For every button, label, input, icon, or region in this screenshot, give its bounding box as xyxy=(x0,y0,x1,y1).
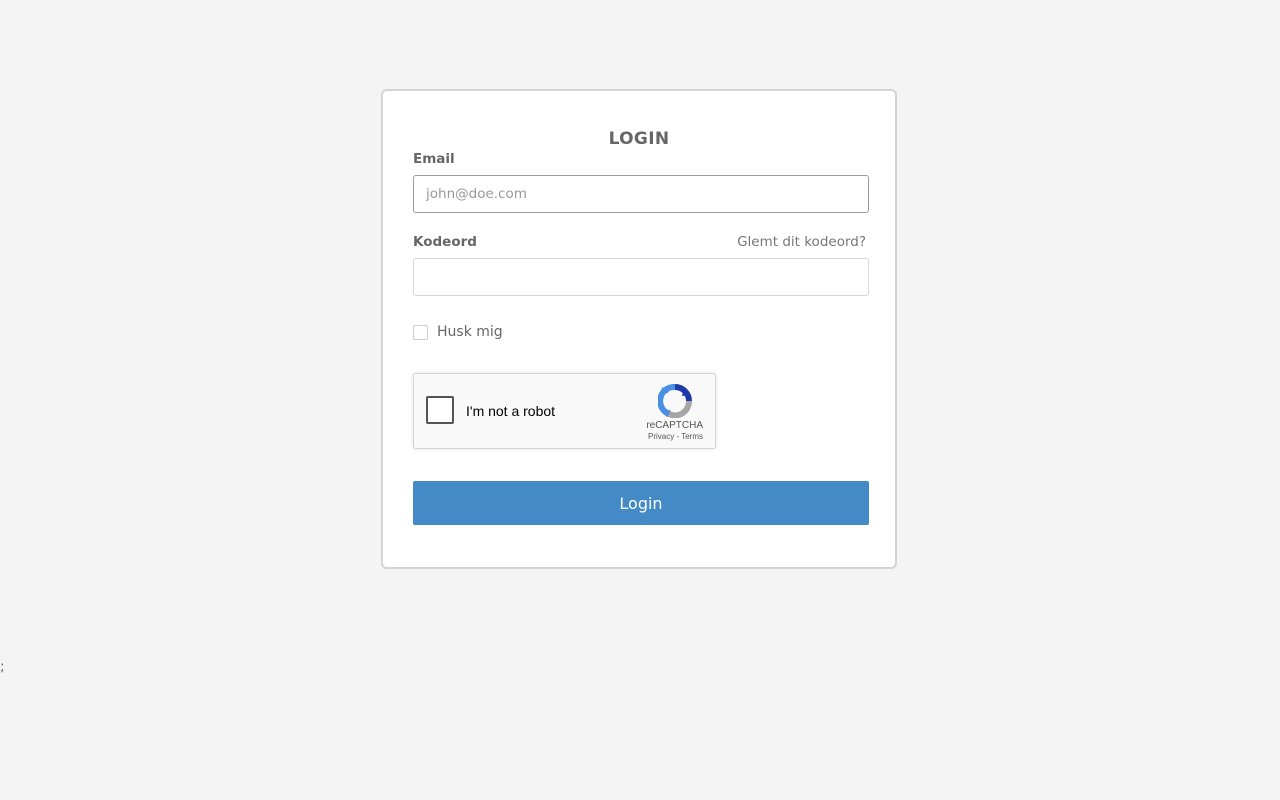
recaptcha-privacy-link[interactable]: Privacy xyxy=(648,432,674,441)
recaptcha-label: I'm not a robot xyxy=(466,403,556,419)
login-card: LOGIN Email Kodeord Glemt dit kodeord? H… xyxy=(381,89,897,569)
forgot-password-link[interactable]: Glemt dit kodeord? xyxy=(737,234,866,250)
login-page: LOGIN Email Kodeord Glemt dit kodeord? H… xyxy=(0,0,1280,800)
recaptcha-terms-link[interactable]: Terms xyxy=(681,432,703,441)
stray-text: ; xyxy=(0,659,5,675)
remember-me-checkbox[interactable]: Husk mig xyxy=(413,324,503,340)
remember-me-box[interactable] xyxy=(413,324,428,340)
email-input[interactable] xyxy=(413,175,869,213)
recaptcha-links: Privacy - Terms xyxy=(648,432,703,441)
email-label: Email xyxy=(413,151,455,167)
password-label: Kodeord xyxy=(413,234,477,250)
recaptcha-brand: reCAPTCHA xyxy=(646,420,703,431)
recaptcha-logo-icon xyxy=(658,384,692,418)
password-input[interactable] xyxy=(413,258,869,296)
remember-me-label[interactable]: Husk mig xyxy=(437,324,503,340)
recaptcha-checkbox[interactable] xyxy=(426,396,454,424)
login-title: LOGIN xyxy=(608,129,670,149)
login-button[interactable]: Login xyxy=(413,481,869,525)
recaptcha-widget: I'm not a robot reCAPTCHA Privacy - Term… xyxy=(413,373,716,449)
